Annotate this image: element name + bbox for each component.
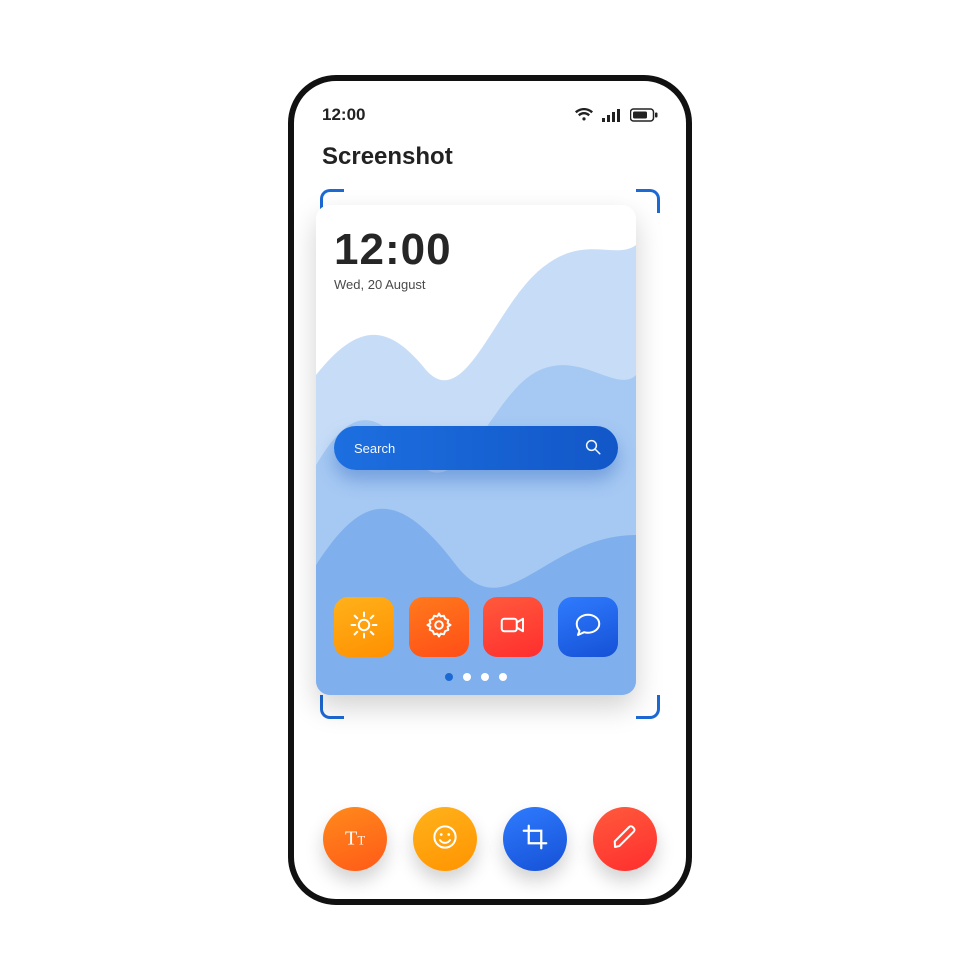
video-icon	[498, 610, 528, 645]
text-tool-button[interactable]: TT	[323, 807, 387, 871]
app-video[interactable]	[483, 597, 543, 657]
page-dot[interactable]	[481, 673, 489, 681]
svg-text:T: T	[358, 833, 366, 847]
crop-frame[interactable]: 12:00 Wed, 20 August Search	[316, 189, 664, 719]
crop-handle-top-right[interactable]	[636, 189, 660, 213]
chat-icon	[573, 610, 603, 645]
draw-tool-button[interactable]	[593, 807, 657, 871]
crop-icon	[520, 822, 550, 857]
weather-icon	[349, 610, 379, 645]
emoji-tool-button[interactable]	[413, 807, 477, 871]
settings-icon	[424, 610, 454, 645]
crop-tool-button[interactable]	[503, 807, 567, 871]
page-dot[interactable]	[499, 673, 507, 681]
page-dot[interactable]	[445, 673, 453, 681]
home-clock: 12:00	[334, 225, 618, 275]
search-icon	[584, 438, 602, 459]
crop-handle-bottom-right[interactable]	[636, 695, 660, 719]
page-indicator[interactable]	[334, 673, 618, 681]
app-weather[interactable]	[334, 597, 394, 657]
text-icon: TT	[340, 822, 370, 857]
svg-text:T: T	[345, 827, 357, 849]
screenshot-preview-area: 12:00 Wed, 20 August Search	[316, 189, 664, 775]
status-icons	[574, 108, 658, 122]
emoji-icon	[430, 822, 460, 857]
screenshot-preview: 12:00 Wed, 20 August Search	[316, 205, 636, 695]
crop-handle-bottom-left[interactable]	[320, 695, 344, 719]
app-settings[interactable]	[409, 597, 469, 657]
search-placeholder: Search	[354, 441, 395, 456]
status-bar: 12:00	[316, 103, 664, 133]
status-time: 12:00	[322, 105, 365, 125]
page-title: Screenshot	[316, 133, 664, 189]
page-dot[interactable]	[463, 673, 471, 681]
wifi-icon	[574, 108, 594, 122]
editor-toolbar: TT	[316, 775, 664, 871]
search-bar[interactable]: Search	[334, 426, 618, 470]
signal-icon	[602, 108, 622, 122]
phone-frame: 12:00 Screenshot	[288, 75, 692, 905]
home-date: Wed, 20 August	[334, 277, 618, 292]
pencil-icon	[610, 822, 640, 857]
battery-icon	[630, 108, 658, 122]
app-chat[interactable]	[558, 597, 618, 657]
app-row	[334, 597, 618, 657]
